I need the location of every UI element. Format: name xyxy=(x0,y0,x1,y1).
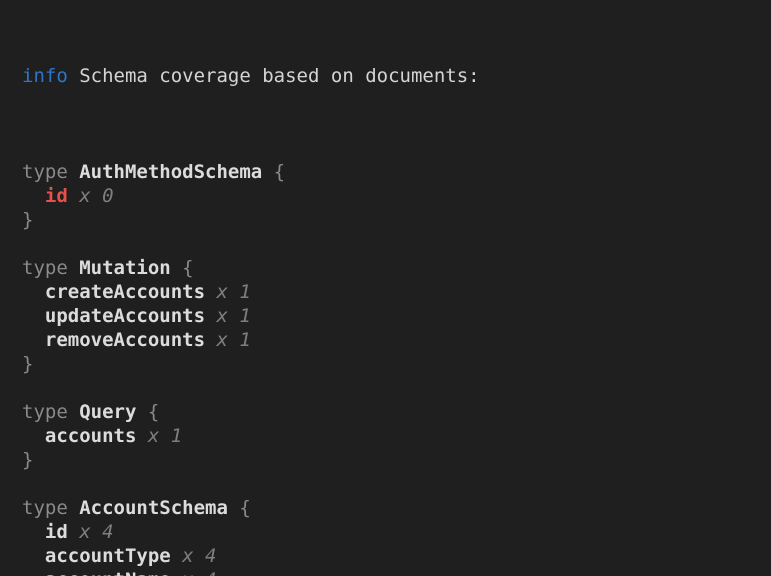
blank-line xyxy=(22,472,761,496)
field-name: id xyxy=(45,521,68,543)
field-coverage-line: accounts x 1 xyxy=(22,424,761,448)
indent xyxy=(22,305,45,327)
type-keyword: type xyxy=(22,257,79,279)
closing-brace-line: } xyxy=(22,448,761,472)
type-declaration-line: type Query { xyxy=(22,400,761,424)
usage-count: x 1 xyxy=(205,329,251,351)
schema-coverage-blocks: type AuthMethodSchema { id x 0} type Mut… xyxy=(22,136,761,576)
type-declaration-line: type AccountSchema { xyxy=(22,496,761,520)
closing-brace-line: } xyxy=(22,208,761,232)
usage-count: x 1 xyxy=(205,305,251,327)
field-coverage-line: removeAccounts x 1 xyxy=(22,328,761,352)
field-coverage-line: id x 4 xyxy=(22,520,761,544)
space-separator xyxy=(68,65,79,87)
indent xyxy=(22,521,45,543)
type-declaration-line: type Mutation { xyxy=(22,256,761,280)
open-brace: { xyxy=(136,401,159,423)
blank-line xyxy=(22,232,761,256)
indent xyxy=(22,569,45,576)
open-brace: { xyxy=(228,497,251,519)
field-coverage-line: updateAccounts x 1 xyxy=(22,304,761,328)
indent xyxy=(22,425,45,447)
type-keyword: type xyxy=(22,497,79,519)
field-name: updateAccounts xyxy=(45,305,205,327)
usage-count: x 1 xyxy=(136,425,182,447)
usage-count: x 1 xyxy=(205,281,251,303)
field-coverage-line: id x 0 xyxy=(22,184,761,208)
field-name: removeAccounts xyxy=(45,329,205,351)
field-name: accountType xyxy=(45,545,171,567)
open-brace: { xyxy=(262,161,285,183)
coverage-header-message: Schema coverage based on documents: xyxy=(79,65,479,87)
info-line: info Schema coverage based on documents: xyxy=(22,64,761,88)
type-declaration-line: type AuthMethodSchema { xyxy=(22,160,761,184)
indent xyxy=(22,329,45,351)
close-brace: } xyxy=(22,353,33,375)
field-name-uncovered: id xyxy=(45,185,68,207)
type-name: AccountSchema xyxy=(79,497,228,519)
field-coverage-line: accountType x 4 xyxy=(22,544,761,568)
usage-count: x 4 xyxy=(68,521,114,543)
indent xyxy=(22,281,45,303)
blank-line xyxy=(22,376,761,400)
type-name: Query xyxy=(79,401,136,423)
indent xyxy=(22,185,45,207)
usage-count: x 0 xyxy=(68,185,114,207)
open-brace: { xyxy=(171,257,194,279)
close-brace: } xyxy=(22,449,33,471)
type-name: AuthMethodSchema xyxy=(79,161,262,183)
type-keyword: type xyxy=(22,401,79,423)
blank-line xyxy=(22,136,761,160)
field-name: createAccounts xyxy=(45,281,205,303)
closing-brace-line: } xyxy=(22,352,761,376)
field-name: accounts xyxy=(45,425,137,447)
terminal-output[interactable]: info Schema coverage based on documents:… xyxy=(0,0,771,576)
usage-count: x 4 xyxy=(171,545,217,567)
field-name: accountName xyxy=(45,569,171,576)
usage-count: x 4 xyxy=(171,569,217,576)
log-level-info: info xyxy=(22,65,68,87)
indent xyxy=(22,545,45,567)
field-coverage-line: createAccounts x 1 xyxy=(22,280,761,304)
close-brace: } xyxy=(22,209,33,231)
field-coverage-line: accountName x 4 xyxy=(22,568,761,576)
type-keyword: type xyxy=(22,161,79,183)
type-name: Mutation xyxy=(79,257,171,279)
